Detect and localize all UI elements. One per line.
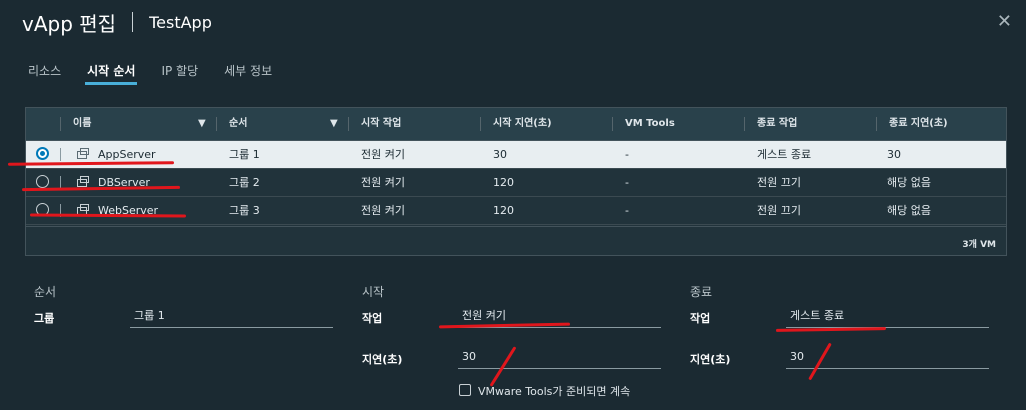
vmware-tools-checkbox[interactable] (459, 384, 471, 396)
column-header-start-action[interactable]: 시작 작업 (361, 108, 401, 140)
table-row[interactable]: WebServer 그룹 3 전원 켜기 120 - 전원 끄기 해당 없음 (26, 197, 1006, 225)
vmware-tools-checkbox-label[interactable]: VMware Tools가 준비되면 계속 (478, 383, 630, 399)
order-section-title: 순서 (34, 285, 57, 299)
vm-name[interactable]: DBServer (98, 169, 150, 196)
group-value: 그룹 1 (134, 309, 165, 322)
vm-start-delay: 30 (493, 148, 507, 161)
tab-details[interactable]: 세부 정보 (224, 62, 272, 85)
vm-stop-action: 게스트 종료 (757, 148, 812, 161)
table-row[interactable]: DBServer 그룹 2 전원 켜기 120 - 전원 끄기 해당 없음 (26, 169, 1006, 197)
vm-order: 그룹 1 (229, 148, 260, 161)
filter-icon[interactable]: ▼ (198, 118, 206, 129)
tab-resources[interactable]: 리소스 (28, 62, 61, 85)
vm-tools: - (625, 176, 629, 189)
start-delay-label: 지연(초) (362, 353, 403, 366)
row-radio[interactable] (36, 147, 49, 160)
header-separator (348, 117, 349, 131)
vm-order: 그룹 3 (229, 204, 260, 217)
vm-start-action: 전원 켜기 (361, 204, 405, 217)
vm-start-action: 전원 켜기 (361, 176, 405, 189)
vm-name[interactable]: WebServer (98, 197, 158, 224)
stop-action-select[interactable]: 게스트 종료 (786, 308, 989, 328)
header-separator (216, 117, 217, 131)
tab-ip-allocation[interactable]: IP 할당 (161, 62, 198, 85)
start-action-label: 작업 (362, 312, 383, 325)
stop-delay-value: 30 (790, 350, 804, 363)
annotation-underline (775, 327, 887, 332)
column-header-start-delay[interactable]: 시작 지연(초) (493, 108, 552, 140)
column-header-stop-delay[interactable]: 종료 지연(초) (889, 108, 948, 140)
vm-icon (77, 148, 89, 159)
dialog-title: vApp 편집 (22, 11, 117, 36)
header-separator (60, 117, 61, 131)
grid-footer: 3개 VM (26, 226, 1006, 257)
vm-count: 3개 VM (962, 240, 996, 250)
stop-action-value: 게스트 종료 (790, 309, 845, 322)
stop-delay-label: 지연(초) (690, 353, 731, 366)
vm-tools: - (625, 148, 629, 161)
header-separator (744, 117, 745, 131)
header-separator (876, 117, 877, 131)
dialog-header: vApp 편집 TestApp (22, 9, 212, 36)
row-radio[interactable] (36, 175, 49, 188)
row-separator (60, 148, 61, 161)
column-header-stop-action[interactable]: 종료 작업 (757, 108, 797, 140)
dialog-subtitle: TestApp (149, 12, 212, 32)
vm-stop-delay: 해당 없음 (887, 204, 931, 217)
filter-icon[interactable]: ▼ (330, 118, 338, 129)
vm-tools: - (625, 204, 629, 217)
vm-start-delay: 120 (493, 176, 514, 189)
vm-stop-delay: 해당 없음 (887, 176, 931, 189)
vm-stop-delay: 30 (887, 148, 901, 161)
vm-stop-action: 전원 끄기 (757, 204, 801, 217)
start-delay-input[interactable]: 30 (458, 349, 661, 369)
title-separator (132, 12, 134, 32)
vm-datagrid: 이름 ▼ 순서 ▼ 시작 작업 시작 지연(초) VM Tools 종료 작업 … (25, 107, 1007, 256)
tab-bar: 리소스 시작 순서 IP 할당 세부 정보 (28, 62, 298, 85)
column-header-vm-tools[interactable]: VM Tools (625, 108, 675, 140)
grid-header: 이름 ▼ 순서 ▼ 시작 작업 시작 지연(초) VM Tools 종료 작업 … (26, 108, 1006, 141)
start-section-title: 시작 (362, 285, 385, 299)
header-separator (480, 117, 481, 131)
stop-section-title: 종료 (690, 285, 713, 299)
vm-icon (77, 176, 89, 187)
stop-action-label: 작업 (690, 312, 711, 325)
group-select[interactable]: 그룹 1 (130, 308, 333, 328)
vm-start-action: 전원 켜기 (361, 148, 405, 161)
header-separator (612, 117, 613, 131)
close-icon[interactable]: ✕ (997, 11, 1012, 32)
tab-start-order[interactable]: 시작 순서 (85, 62, 138, 85)
column-header-name[interactable]: 이름 (73, 108, 91, 140)
start-delay-value: 30 (462, 350, 476, 363)
group-label: 그룹 (34, 312, 55, 325)
vm-stop-action: 전원 끄기 (757, 176, 801, 189)
vm-order: 그룹 2 (229, 176, 260, 189)
table-row[interactable]: AppServer 그룹 1 전원 켜기 30 - 게스트 종료 30 (26, 141, 1006, 169)
start-action-value: 전원 켜기 (462, 309, 506, 322)
column-header-order[interactable]: 순서 (229, 108, 247, 140)
vm-start-delay: 120 (493, 204, 514, 217)
